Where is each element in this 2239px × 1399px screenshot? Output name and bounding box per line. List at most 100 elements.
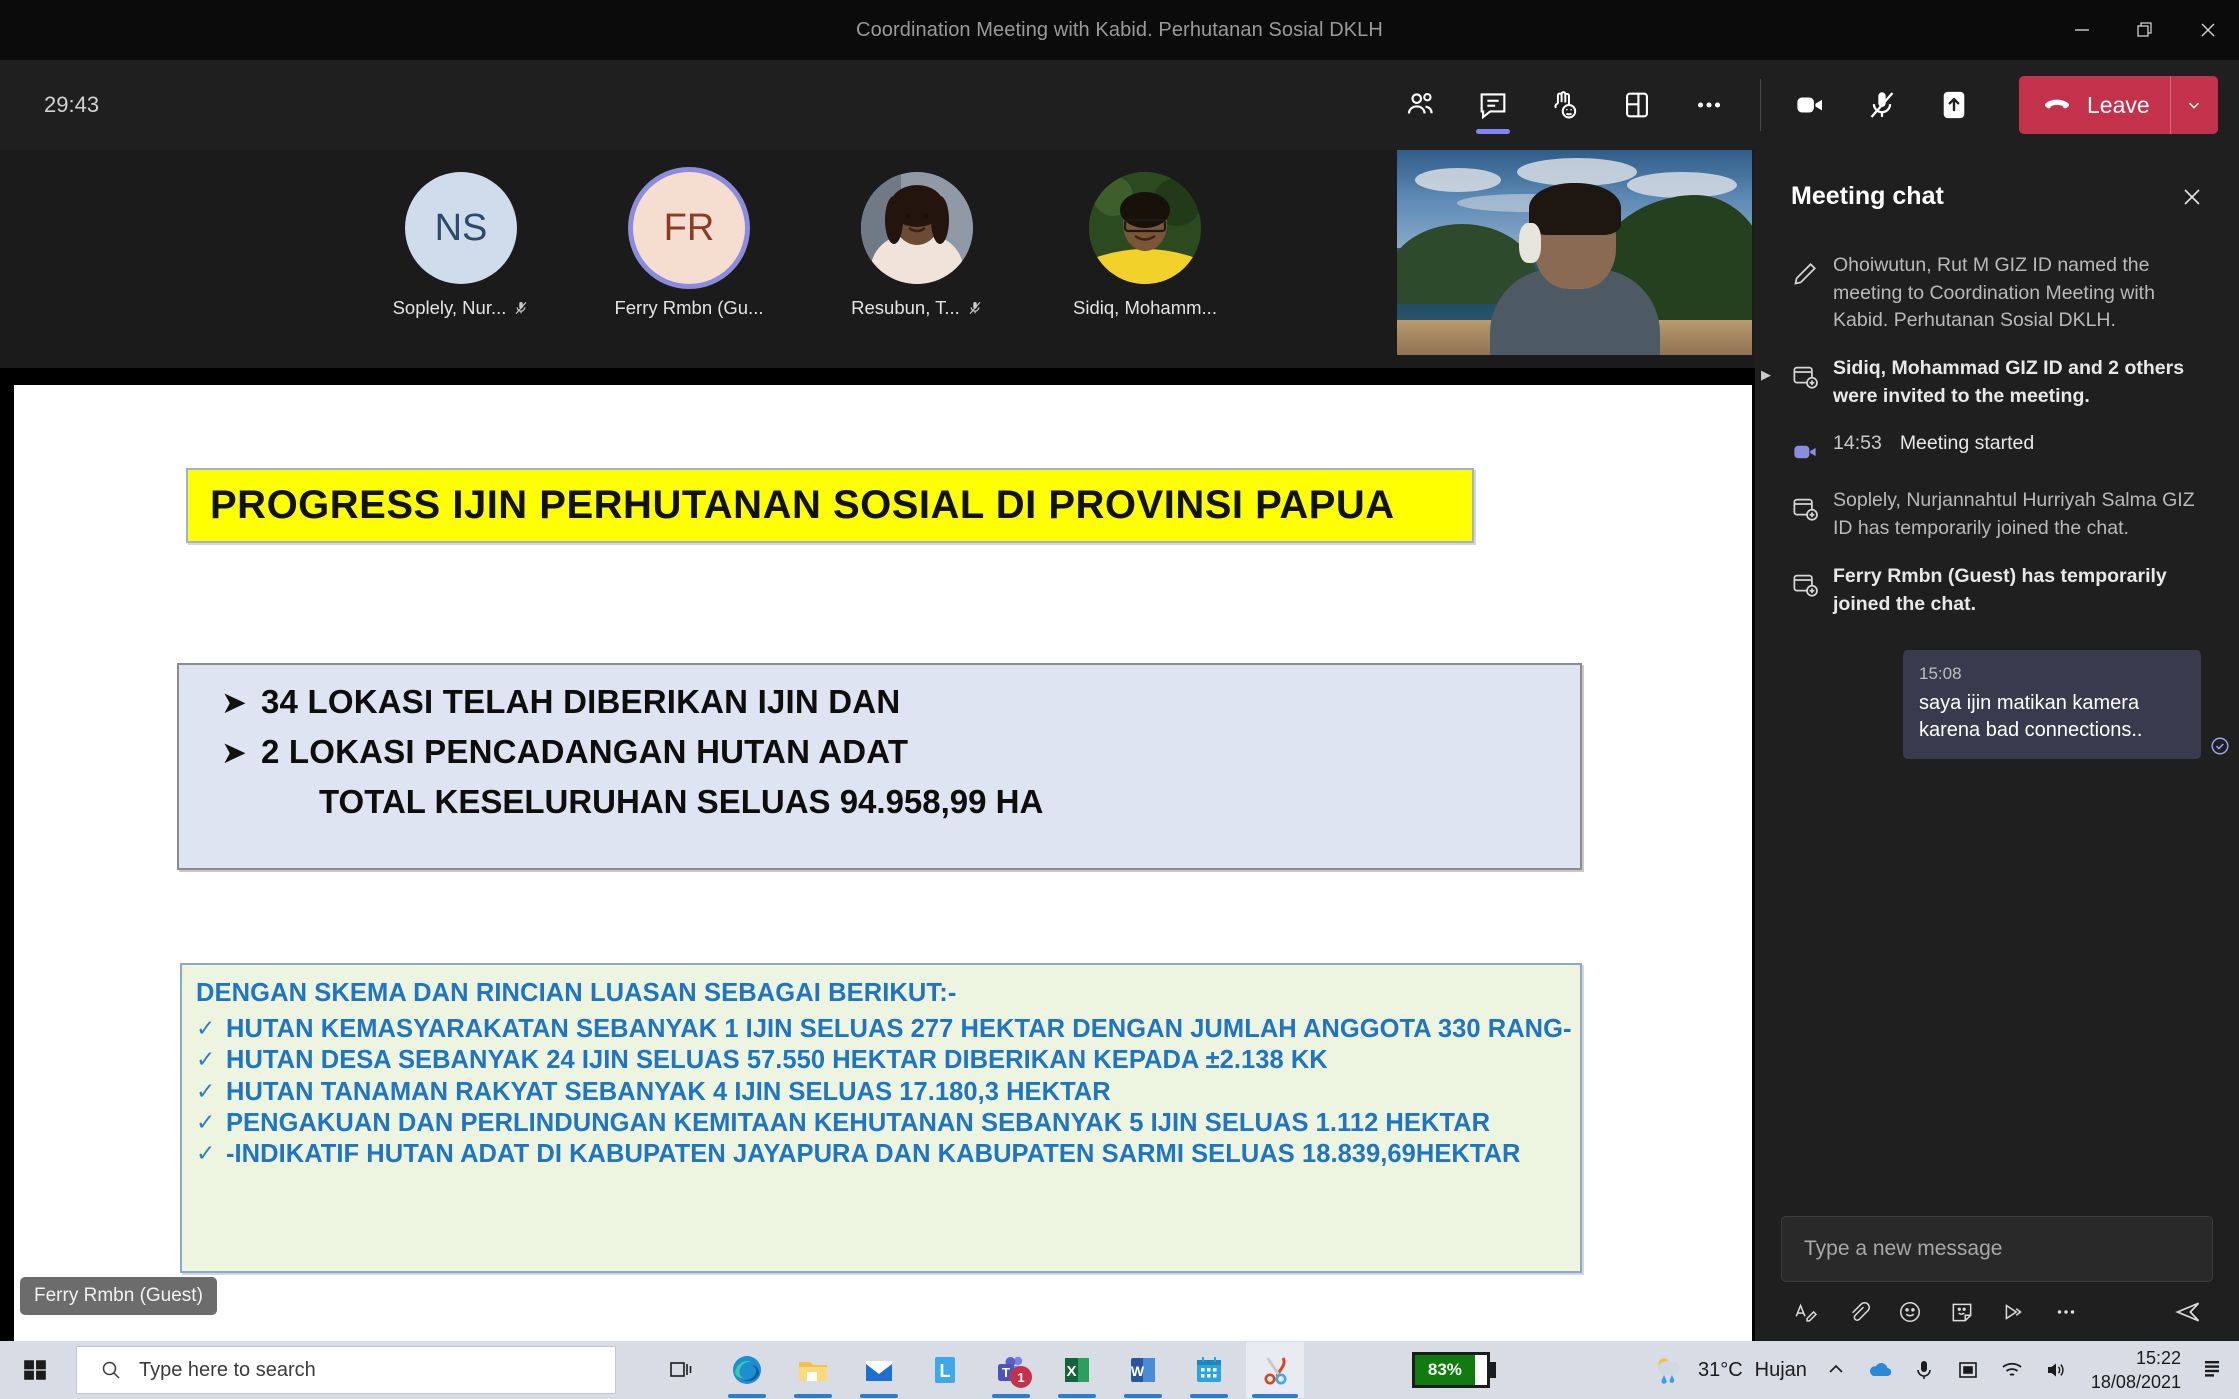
chat-system-message[interactable]: ▶ Sidiq, Mohammad GIZ ID and 2 others we… xyxy=(1755,345,2239,420)
chat-meeting-started: 14:53 Meeting started xyxy=(1755,420,2239,477)
leave-options-caret[interactable] xyxy=(2169,76,2218,134)
slide-title-text: PROGRESS IJIN PERHUTANAN SOSIAL DI PROVI… xyxy=(210,483,1395,527)
close-button[interactable] xyxy=(2176,0,2239,60)
send-message-button[interactable] xyxy=(2167,1291,2209,1333)
pencil-icon xyxy=(1777,252,1833,289)
show-chat-button[interactable] xyxy=(1462,74,1524,136)
video-icon xyxy=(1794,446,1816,459)
details-item-text: HUTAN DESA SEBANYAK 24 IJIN SELUAS 57.55… xyxy=(226,1046,1328,1075)
participant-name: Soplely, Nur... xyxy=(392,297,507,318)
participant-tile[interactable]: Sidiq, Mohamm... xyxy=(1059,172,1231,319)
arrow-bullet-icon: ➤ xyxy=(221,735,247,771)
display-icon[interactable] xyxy=(1953,1355,1983,1385)
format-text-icon[interactable] xyxy=(1785,1291,1827,1333)
show-participants-button[interactable] xyxy=(1390,74,1452,136)
taskbar-app-mail[interactable] xyxy=(850,1342,908,1398)
participant-tile[interactable]: NS Soplely, Nur... xyxy=(375,172,547,319)
chevron-right-icon[interactable]: ▶ xyxy=(1755,355,1777,383)
arrow-bullet-icon: ➤ xyxy=(221,685,247,721)
cloud xyxy=(1517,158,1637,186)
volume-icon[interactable] xyxy=(2041,1355,2071,1385)
avatar-initials: NS xyxy=(434,206,488,249)
details-item: ✓ -INDIKATIF HUTAN ADAT DI KABUPATEN JAY… xyxy=(196,1139,1580,1170)
chat-compose-area: Type a new message xyxy=(1755,1216,2239,1333)
more-options-icon[interactable] xyxy=(2045,1291,2087,1333)
emoji-icon[interactable] xyxy=(1889,1291,1931,1333)
participant-tile[interactable]: FR Ferry Rmbn (Gu... xyxy=(603,172,775,319)
participant-name: Ferry Rmbn (Gu... xyxy=(614,297,764,318)
chat-system-text: Soplely, Nurjannahtul Hurriyah Salma GIZ… xyxy=(1833,489,2195,540)
battery-shell: 83% xyxy=(1412,1352,1490,1388)
toolbar-divider xyxy=(1760,79,1761,131)
loop-components-icon[interactable] xyxy=(1993,1291,2035,1333)
self-video-tile[interactable] xyxy=(1397,150,1752,355)
notifications-icon[interactable] xyxy=(2195,1350,2229,1390)
taskbar-app-microsoft-excel[interactable]: X xyxy=(1048,1342,1106,1398)
close-chat-button[interactable] xyxy=(2171,176,2213,218)
mic-icon[interactable] xyxy=(1909,1355,1939,1385)
taskbar-app-microsoft-teams[interactable]: T 1 xyxy=(982,1342,1040,1398)
slide-title-banner: PROGRESS IJIN PERHUTANAN SOSIAL DI PROVI… xyxy=(186,468,1474,543)
participant-list: NS Soplely, Nur... FR Ferry Rmbn (Gu... … xyxy=(375,172,1231,319)
restore-button[interactable] xyxy=(2113,0,2176,60)
share-screen-button[interactable] xyxy=(1923,74,1985,136)
participant-tile[interactable]: Resubun, T... xyxy=(831,172,1003,319)
weather-widget[interactable]: 31°C Hujan xyxy=(1652,1354,1807,1386)
taskbar-search-box[interactable]: Type here to search xyxy=(76,1346,616,1394)
expander-placeholder xyxy=(1755,563,1777,575)
person-add-icon xyxy=(1777,563,1833,600)
battery-indicator[interactable]: 83% xyxy=(1412,1352,1496,1388)
details-heading: DENGAN SKEMA DAN RINCIAN LUASAN SEBAGAI … xyxy=(196,979,957,1007)
chat-system-message: Soplely, Nurjannahtul Hurriyah Salma GIZ… xyxy=(1755,477,2239,552)
breakout-rooms-icon xyxy=(1626,92,1648,118)
message-input[interactable]: Type a new message xyxy=(1781,1216,2213,1282)
leave-meeting-button[interactable]: Leave xyxy=(2019,76,2218,134)
avatar-initials: FR xyxy=(663,206,715,249)
mic-muted-icon xyxy=(516,301,527,315)
more-actions-button[interactable] xyxy=(1678,74,1740,136)
minimize-button[interactable] xyxy=(2050,0,2113,60)
taskbar-app-snipping-tool[interactable] xyxy=(1246,1342,1304,1398)
chat-title: Meeting chat xyxy=(1791,181,1944,210)
sent-check-icon xyxy=(2209,735,2231,757)
taskbar-clock[interactable]: 15:22 18/08/2021 xyxy=(2091,1346,2181,1395)
send-icon xyxy=(2175,1302,2200,1322)
sticker-icon[interactable] xyxy=(1941,1291,1983,1333)
weather-condition: Hujan xyxy=(1754,1358,1807,1381)
taskbar-app-calendar[interactable] xyxy=(1180,1342,1238,1398)
compose-toolbar xyxy=(1781,1291,2213,1333)
breakout-rooms-button[interactable] xyxy=(1606,74,1668,136)
chat-system-text: Ferry Rmbn (Guest) has temporarily joine… xyxy=(1833,564,2167,615)
chat-message-list[interactable]: Ohoiwutun, Rut M GIZ ID named the meetin… xyxy=(1755,242,2239,1242)
taskbar-app-microsoft-edge[interactable] xyxy=(718,1342,776,1398)
shared-content-slide[interactable]: PROGRESS IJIN PERHUTANAN SOSIAL DI PROVI… xyxy=(14,385,1752,1341)
battery-tip xyxy=(1490,1362,1496,1378)
task-view-icon[interactable] xyxy=(652,1342,710,1398)
details-item-text: HUTAN KEMASYARAKATAN SEBANYAK 1 IJIN SEL… xyxy=(226,1015,1572,1043)
onedrive-icon[interactable] xyxy=(1865,1355,1895,1385)
teams-meeting-window: Coordination Meeting with Kabid. Perhuta… xyxy=(0,0,2239,1399)
check-bullet-icon: ✓ xyxy=(196,1016,216,1042)
video-icon xyxy=(1777,430,1833,467)
windows-start-icon[interactable] xyxy=(0,1341,70,1399)
chat-own-message[interactable]: 15:08 saya ijin matikan kamera karena ba… xyxy=(1903,650,2229,759)
message-timestamp: 15:08 xyxy=(1919,664,1962,684)
chat-system-text: Ohoiwutun, Rut M GIZ ID named the meetin… xyxy=(1833,254,2155,332)
toggle-camera-button[interactable] xyxy=(1779,74,1841,136)
meeting-started-label: Meeting started xyxy=(1899,432,2035,455)
chat-system-message: Ferry Rmbn (Guest) has temporarily joine… xyxy=(1755,553,2239,628)
wifi-icon[interactable] xyxy=(1997,1355,2027,1385)
taskbar-app-microsoft-word[interactable]: W xyxy=(1114,1342,1172,1398)
svg-text:X: X xyxy=(1066,1363,1076,1380)
attach-file-icon[interactable] xyxy=(1837,1291,1879,1333)
expander-placeholder xyxy=(1755,252,1777,264)
reactions-button[interactable] xyxy=(1534,74,1596,136)
details-item: ✓ HUTAN KEMASYARAKATAN SEBANYAK 1 IJIN S… xyxy=(196,1014,1580,1045)
toggle-mic-button[interactable] xyxy=(1851,74,1913,136)
notification-badge: 1 xyxy=(1010,1366,1032,1388)
avatar-photo xyxy=(1089,172,1201,284)
details-item: ✓ PENGAKUAN DAN PERLINDUNGAN KEMITAAN KE… xyxy=(196,1108,1580,1139)
taskbar-app-file-explorer[interactable] xyxy=(784,1342,842,1398)
taskbar-app-lenovo-vantage[interactable]: L xyxy=(916,1342,974,1398)
show-hidden-icons-button[interactable] xyxy=(1821,1355,1851,1385)
